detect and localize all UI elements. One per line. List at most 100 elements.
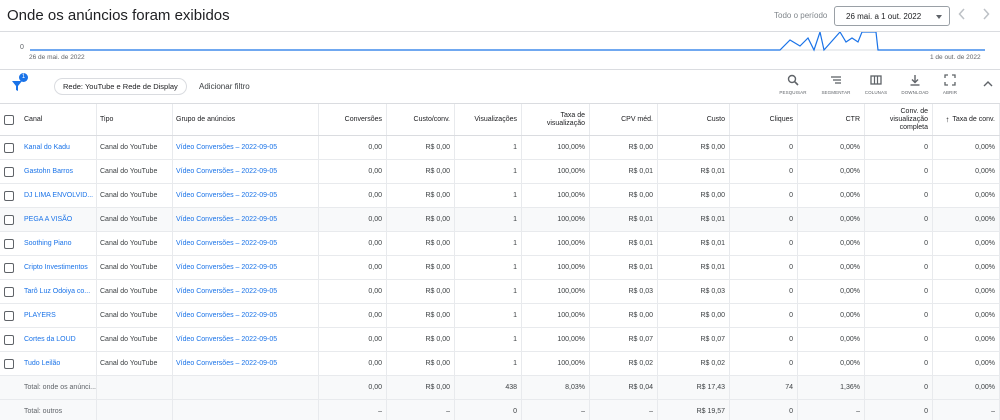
cell-type: Canal do YouTube — [97, 184, 173, 207]
cell-cost: R$ 0,00 — [658, 304, 730, 327]
chevron-up-icon[interactable] — [983, 80, 993, 91]
cell-views: 1 — [455, 280, 522, 303]
cell-ctr: 0,00% — [798, 208, 865, 231]
cell-ctr: 0,00% — [798, 304, 865, 327]
select-all-checkbox[interactable] — [4, 115, 14, 125]
cell-conv-rate: 0,00% — [933, 256, 1000, 279]
column-header-ad-group[interactable]: Grupo de anúncios — [173, 104, 319, 135]
cell-view-rate: 100,00% — [522, 304, 590, 327]
total-cell-type — [97, 376, 173, 399]
column-header-cost[interactable]: Custo — [658, 104, 730, 135]
cell-channel[interactable]: Gastohn Barros — [19, 160, 97, 183]
column-header-clicks[interactable]: Cliques — [730, 104, 798, 135]
column-header-channel[interactable]: Canal — [19, 104, 97, 135]
chevron-left-icon[interactable] — [958, 8, 966, 22]
cell-view-rate: 100,00% — [522, 208, 590, 231]
column-header-view-through-conv[interactable]: Conv. de visualização completa — [865, 104, 933, 135]
cell-channel[interactable]: Tarô Luz Odoiya co... — [19, 280, 97, 303]
cell-ad-group[interactable]: Vídeo Conversões – 2022-09-05 — [173, 136, 319, 159]
cell-view-through-conv: 0 — [865, 304, 933, 327]
column-header-views[interactable]: Visualizações — [455, 104, 522, 135]
column-header-view-rate[interactable]: Taxa de visualização — [522, 104, 590, 135]
row-checkbox[interactable] — [4, 359, 14, 369]
column-header-conversions[interactable]: Conversões — [319, 104, 387, 135]
cell-cost-per-conv: R$ 0,00 — [387, 136, 455, 159]
column-header-ctr[interactable]: CTR — [798, 104, 865, 135]
search-label: PESQUISAR — [779, 90, 807, 95]
cell-ad-group[interactable]: Vídeo Conversões – 2022-09-05 — [173, 328, 319, 351]
cell-channel[interactable]: Cortes da LOUD — [19, 328, 97, 351]
row-checkbox[interactable] — [4, 335, 14, 345]
cell-ad-group[interactable]: Vídeo Conversões – 2022-09-05 — [173, 208, 319, 231]
columns-button[interactable]: COLUNAS — [859, 74, 893, 100]
cell-clicks: 0 — [730, 328, 798, 351]
cell-view-through-conv: 0 — [865, 208, 933, 231]
column-header-type[interactable]: Tipo — [97, 104, 173, 135]
add-filter-button[interactable]: Adicionar filtro — [199, 82, 250, 91]
cell-channel[interactable]: Cripto Investimentos — [19, 256, 97, 279]
filter-chip-network[interactable]: Rede: YouTube e Rede de Display — [54, 78, 187, 95]
cell-channel[interactable]: Tudo Leilão — [19, 352, 97, 375]
cell-cost: R$ 0,01 — [658, 232, 730, 255]
cell-ad-group[interactable]: Vídeo Conversões – 2022-09-05 — [173, 256, 319, 279]
row-checkbox[interactable] — [4, 167, 14, 177]
date-range-selector[interactable]: 26 mai. a 1 out. 2022 — [834, 6, 950, 26]
cell-ctr: 0,00% — [798, 280, 865, 303]
cell-views: 1 — [455, 328, 522, 351]
segment-button[interactable]: SEGMENTAR — [819, 74, 853, 100]
cell-ctr: 0,00% — [798, 160, 865, 183]
total-cell-channel: Total: outros — [19, 400, 97, 420]
total-cell-cost-per-conv: R$ 0,00 — [387, 376, 455, 399]
total-cell-conv-rate: 0,00% — [933, 376, 1000, 399]
cell-view-through-conv: 0 — [865, 184, 933, 207]
cell-clicks: 0 — [730, 160, 798, 183]
cell-ad-group[interactable]: Vídeo Conversões – 2022-09-05 — [173, 304, 319, 327]
chevron-right-icon[interactable] — [982, 8, 990, 22]
cell-ad-group[interactable]: Vídeo Conversões – 2022-09-05 — [173, 352, 319, 375]
row-checkbox[interactable] — [4, 263, 14, 273]
cell-channel[interactable]: Soothing Piano — [19, 232, 97, 255]
cell-conv-rate: 0,00% — [933, 280, 1000, 303]
row-checkbox[interactable] — [4, 287, 14, 297]
cell-conv-rate: 0,00% — [933, 184, 1000, 207]
column-header-avg-cpv[interactable]: CPV méd. — [590, 104, 658, 135]
cell-conversions: 0,00 — [319, 328, 387, 351]
cell-cost-per-conv: R$ 0,00 — [387, 352, 455, 375]
row-checkbox[interactable] — [4, 239, 14, 249]
cell-conv-rate: 0,00% — [933, 232, 1000, 255]
table-row: Soothing Piano Canal do YouTube Vídeo Conv… — [0, 232, 1000, 256]
cell-conversions: 0,00 — [319, 136, 387, 159]
page-header: Onde os anúncios foram exibidos Todo o p… — [0, 0, 1000, 32]
total-cell-conversions: 0,00 — [319, 376, 387, 399]
cell-ad-group[interactable]: Vídeo Conversões – 2022-09-05 — [173, 280, 319, 303]
row-checkbox[interactable] — [4, 143, 14, 153]
cell-channel[interactable]: PLAYERS — [19, 304, 97, 327]
total-cell-cost-per-conv: – — [387, 400, 455, 420]
row-checkbox[interactable] — [4, 215, 14, 225]
cell-channel[interactable]: PEGA A VISÃO — [19, 208, 97, 231]
row-checkbox[interactable] — [4, 191, 14, 201]
cell-channel[interactable]: Kanal do Kadu — [19, 136, 97, 159]
cell-type: Canal do YouTube — [97, 208, 173, 231]
cell-ad-group[interactable]: Vídeo Conversões – 2022-09-05 — [173, 232, 319, 255]
expand-button[interactable]: ABRIR — [933, 74, 967, 100]
column-header-cost-per-conv[interactable]: Custo/conv. — [387, 104, 455, 135]
column-header-label: CPV méd. — [621, 115, 653, 123]
cell-avg-cpv: R$ 0,01 — [590, 232, 658, 255]
cell-ad-group[interactable]: Vídeo Conversões – 2022-09-05 — [173, 160, 319, 183]
cell-views: 1 — [455, 160, 522, 183]
cell-conversions: 0,00 — [319, 280, 387, 303]
column-header-label: Custo/conv. — [413, 115, 450, 123]
total-cell-clicks: 0 — [730, 400, 798, 420]
sort-arrow-icon: ↑ — [945, 114, 950, 124]
cell-channel[interactable]: DJ LIMA ENVOLVID... — [19, 184, 97, 207]
search-button[interactable]: PESQUISAR — [776, 74, 810, 100]
segment-label: SEGMENTAR — [821, 90, 851, 95]
row-checkbox[interactable] — [4, 311, 14, 321]
cell-avg-cpv: R$ 0,00 — [590, 184, 658, 207]
cell-ad-group[interactable]: Vídeo Conversões – 2022-09-05 — [173, 184, 319, 207]
column-header-label: Visualizações — [474, 115, 517, 123]
download-button[interactable]: DOWNLOAD — [898, 74, 932, 100]
column-header-conv-rate[interactable]: ↑ Taxa de conv. — [933, 104, 1000, 135]
chart-line — [30, 32, 985, 52]
